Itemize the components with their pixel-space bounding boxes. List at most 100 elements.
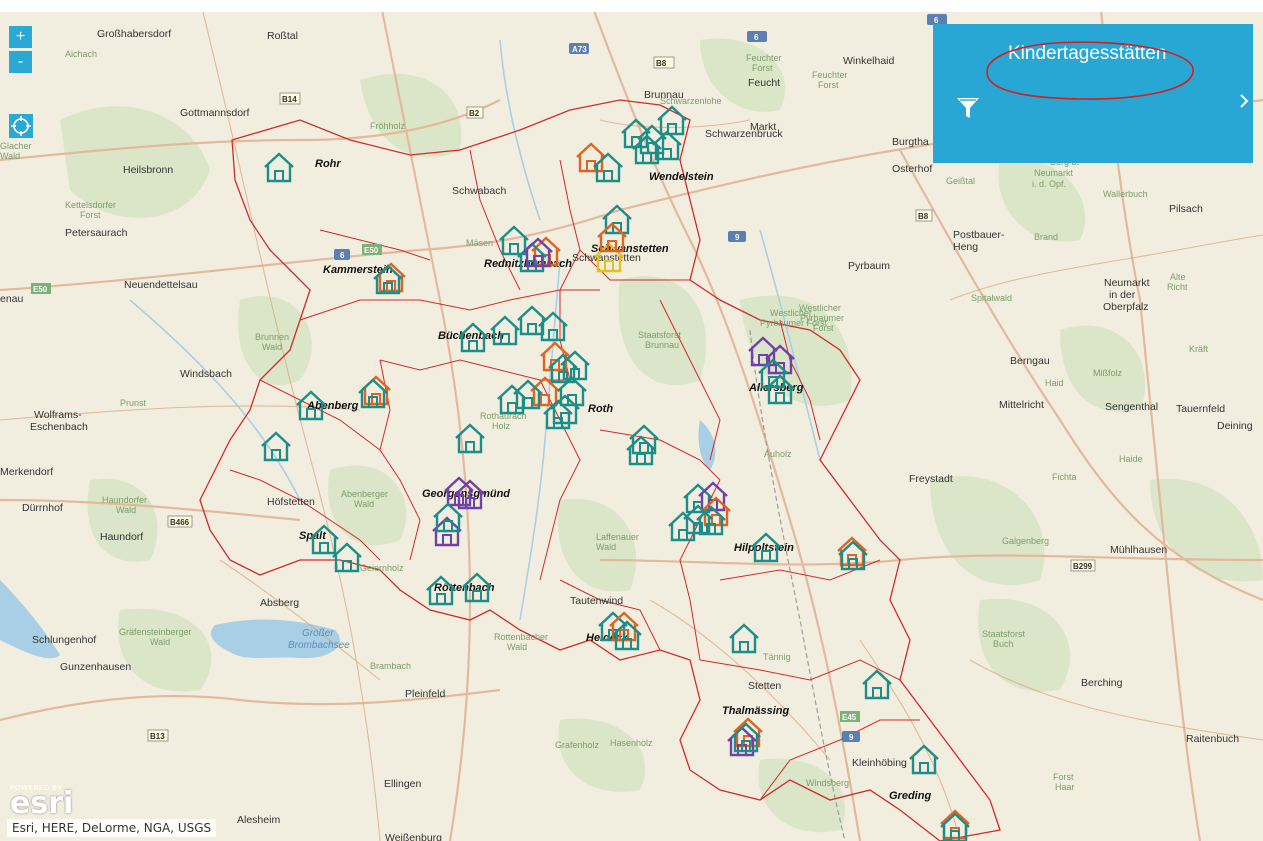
svg-text:Aichach: Aichach [65, 49, 97, 59]
svg-text:Glacher: Glacher [0, 141, 32, 151]
svg-text:Heng: Heng [953, 241, 978, 253]
svg-text:Mittelricht: Mittelricht [999, 399, 1044, 411]
svg-text:Grafenholz: Grafenholz [555, 740, 600, 750]
svg-text:B14: B14 [282, 95, 297, 104]
svg-text:Mäsen: Mäsen [466, 238, 493, 248]
svg-text:Feucht: Feucht [748, 77, 780, 89]
chevron-right-icon[interactable] [1238, 93, 1250, 109]
svg-text:Stetten: Stetten [748, 680, 781, 692]
svg-text:Burgtha: Burgtha [892, 136, 929, 148]
svg-text:Röttenbach: Röttenbach [434, 582, 495, 594]
filter-icon[interactable] [955, 95, 981, 121]
svg-text:Staatsforst: Staatsforst [638, 330, 682, 340]
svg-text:Thalmässing: Thalmässing [722, 705, 790, 717]
svg-text:Absberg: Absberg [260, 597, 299, 609]
svg-text:Merkendorf: Merkendorf [0, 466, 53, 478]
svg-text:Haid: Haid [1045, 378, 1064, 388]
svg-text:9: 9 [849, 733, 854, 742]
svg-text:i. d. Opf.: i. d. Opf. [1032, 179, 1066, 189]
svg-text:6: 6 [754, 33, 759, 42]
svg-text:Hilpoltstein: Hilpoltstein [734, 542, 794, 554]
svg-text:Raitenbuch: Raitenbuch [1186, 733, 1239, 745]
svg-text:Haundorfer: Haundorfer [102, 495, 147, 505]
svg-text:Forst: Forst [813, 323, 834, 333]
svg-text:Gunzenhausen: Gunzenhausen [60, 661, 131, 673]
svg-text:Kräft: Kräft [1189, 344, 1209, 354]
svg-text:Tauernfeld: Tauernfeld [1176, 403, 1225, 415]
svg-text:Brunnau: Brunnau [645, 340, 679, 350]
svg-text:Osterhof: Osterhof [892, 163, 932, 175]
svg-text:Abenberger: Abenberger [341, 489, 388, 499]
svg-text:Forst: Forst [1053, 772, 1074, 782]
map-attribution: Esri, HERE, DeLorme, NGA, USGS [7, 819, 217, 837]
svg-text:Windsberg: Windsberg [806, 778, 849, 788]
esri-logo: POWERED BY esri [10, 785, 74, 821]
svg-text:Pyrbaum: Pyrbaum [848, 260, 890, 272]
svg-text:in der: in der [1109, 289, 1136, 301]
svg-text:Brunnen: Brunnen [255, 332, 289, 342]
svg-text:Alte: Alte [1170, 272, 1186, 282]
svg-text:Haide: Haide [1119, 454, 1143, 464]
svg-text:Rohr: Rohr [315, 158, 341, 170]
svg-text:Mißfolz: Mißfolz [1093, 368, 1122, 378]
svg-text:B8: B8 [656, 59, 667, 68]
svg-text:Kleinhöbing: Kleinhöbing [852, 757, 907, 769]
zoom-out-button[interactable]: - [9, 51, 32, 73]
svg-text:Feuchter: Feuchter [746, 53, 782, 63]
svg-text:Fröhholz: Fröhholz [370, 121, 406, 131]
svg-text:Westlicher: Westlicher [799, 303, 841, 313]
svg-text:Neuendettelsau: Neuendettelsau [124, 279, 198, 291]
svg-text:Wald: Wald [262, 342, 282, 352]
svg-text:E45: E45 [842, 713, 857, 722]
svg-text:Staatsforst: Staatsforst [982, 629, 1026, 639]
svg-text:Dürrnhof: Dürrnhof [22, 502, 63, 514]
svg-text:Geißtal: Geißtal [946, 176, 975, 186]
svg-text:Schwabach: Schwabach [452, 185, 506, 197]
svg-text:Forst: Forst [818, 80, 839, 90]
svg-text:Pilsach: Pilsach [1169, 203, 1203, 215]
svg-text:6: 6 [340, 251, 345, 260]
locate-button[interactable] [9, 114, 33, 138]
svg-text:B466: B466 [170, 518, 190, 527]
svg-text:Gottmannsdorf: Gottmannsdorf [180, 107, 250, 119]
svg-text:Großhabersdorf: Großhabersdorf [97, 28, 171, 40]
esri-brand: esri [10, 786, 74, 821]
svg-text:Pyrbaumer: Pyrbaumer [800, 313, 844, 323]
svg-text:Laffenauer: Laffenauer [596, 532, 639, 542]
svg-text:Markt: Markt [750, 121, 776, 133]
svg-text:Winkelhaid: Winkelhaid [843, 55, 895, 67]
svg-text:Freystadt: Freystadt [909, 473, 953, 485]
svg-text:Oberpfalz: Oberpfalz [1103, 301, 1149, 313]
zoom-in-button[interactable]: + [9, 26, 32, 48]
svg-text:Weißenburg: Weißenburg [385, 832, 442, 841]
svg-text:Wolframs-: Wolframs- [34, 409, 82, 421]
svg-text:Auholz: Auholz [764, 449, 792, 459]
crosshair-icon [11, 116, 31, 136]
svg-text:Kettelsdorfer: Kettelsdorfer [65, 200, 116, 210]
svg-text:Deining: Deining [1217, 420, 1253, 432]
svg-text:Forst: Forst [80, 210, 101, 220]
svg-text:Pleinfeld: Pleinfeld [405, 688, 445, 700]
top-strip [0, 0, 1263, 12]
svg-text:Rottenbacher: Rottenbacher [494, 632, 548, 642]
svg-text:Brand: Brand [1034, 232, 1058, 242]
svg-text:Buch: Buch [993, 639, 1014, 649]
svg-text:Mühlhausen: Mühlhausen [1110, 544, 1167, 556]
svg-text:Neumarkt: Neumarkt [1034, 168, 1074, 178]
svg-text:Großer: Großer [302, 628, 334, 639]
svg-text:E50: E50 [364, 246, 379, 255]
svg-text:Wald: Wald [116, 505, 136, 515]
svg-text:Schwarzenlohe: Schwarzenlohe [660, 96, 722, 106]
svg-text:Petersaurach: Petersaurach [65, 227, 128, 239]
svg-text:Wald: Wald [150, 637, 170, 647]
svg-text:Schlungenhof: Schlungenhof [32, 634, 96, 646]
svg-text:Berching: Berching [1081, 677, 1123, 689]
svg-text:Ellingen: Ellingen [384, 778, 422, 790]
svg-text:Tännig: Tännig [763, 652, 791, 662]
svg-text:Galgenberg: Galgenberg [1002, 536, 1049, 546]
svg-text:Geiernholz: Geiernholz [360, 563, 404, 573]
svg-text:Abenberg: Abenberg [306, 400, 359, 412]
svg-text:enau: enau [0, 293, 24, 305]
svg-text:Spitalwald: Spitalwald [971, 293, 1012, 303]
svg-text:Wald: Wald [354, 499, 374, 509]
